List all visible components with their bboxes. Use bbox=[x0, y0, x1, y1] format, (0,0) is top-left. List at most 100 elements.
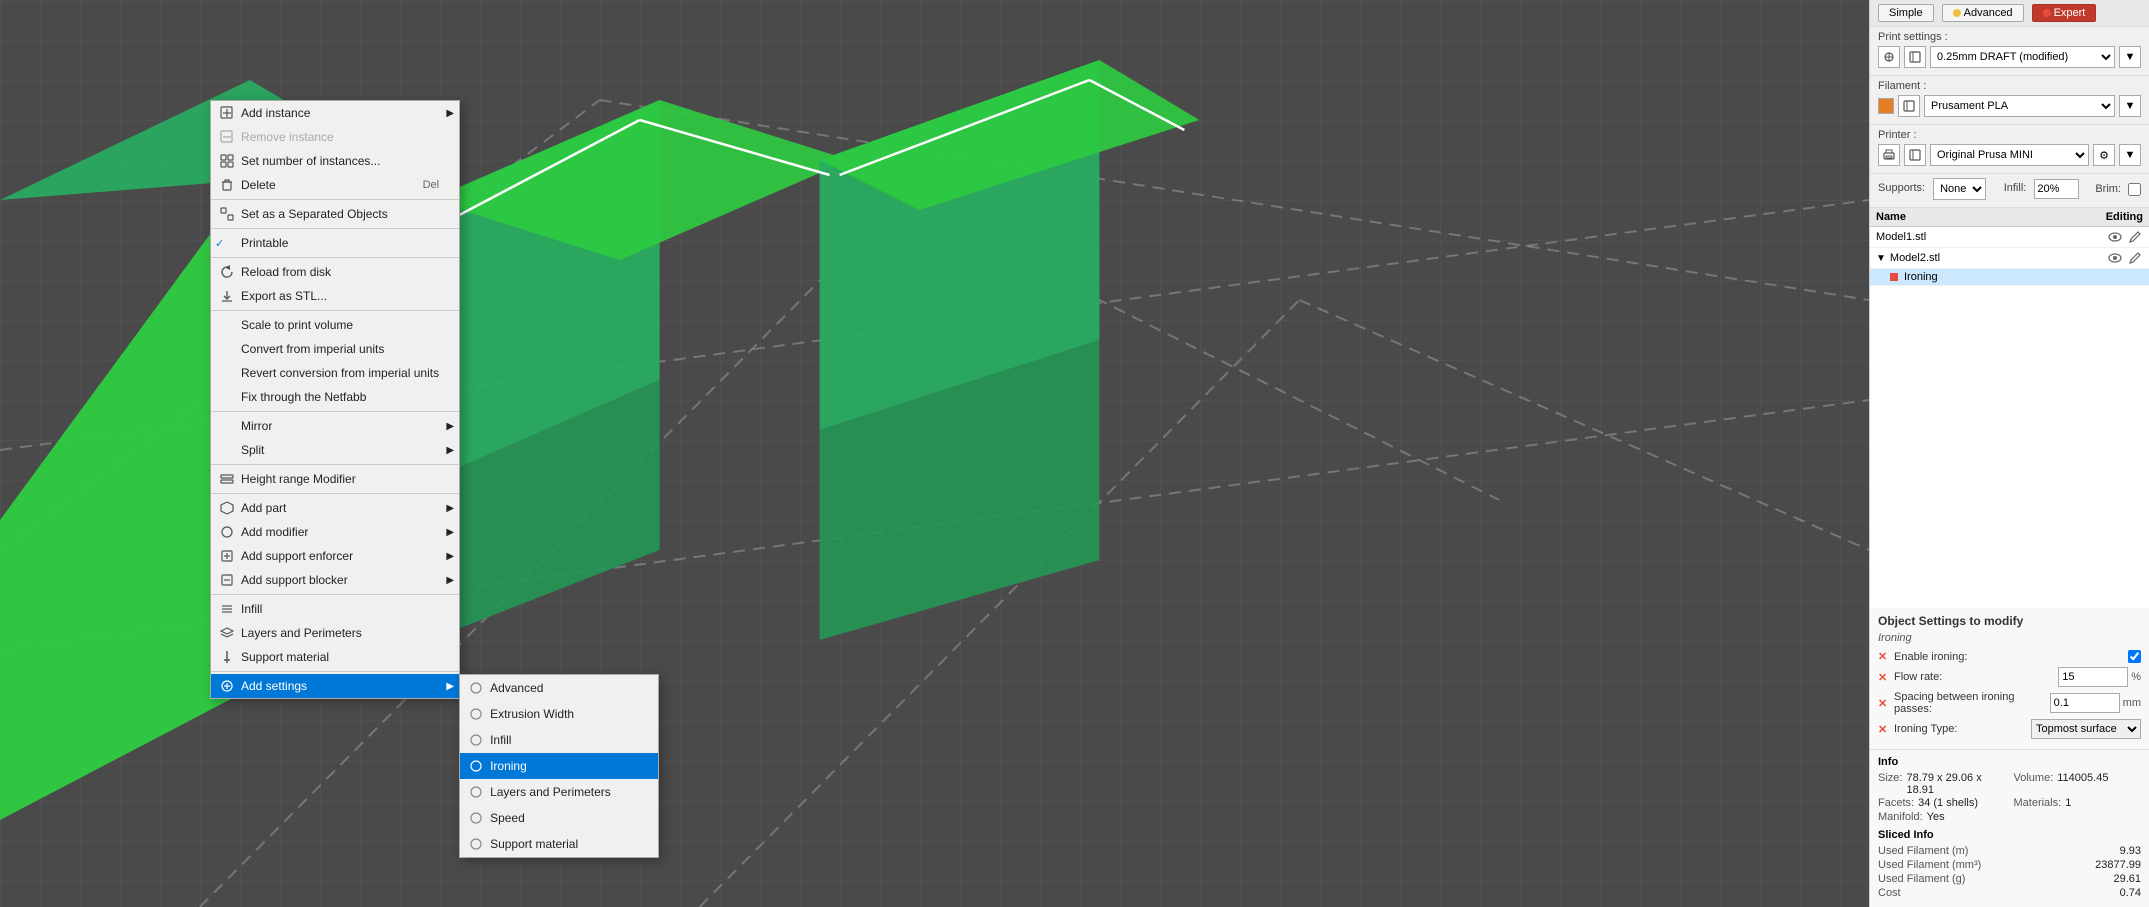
print-settings-label: Print settings : bbox=[1878, 31, 2141, 43]
menu-item-add-settings[interactable]: Add settings ▶ Advanced Extrusion Width bbox=[211, 674, 459, 698]
flow-rate-input[interactable] bbox=[2058, 667, 2128, 687]
printer-arrow[interactable]: ▼ bbox=[2119, 144, 2141, 166]
object-list: Model1.stl ▼ Model2.stl bbox=[1870, 227, 2149, 608]
model2-expand-icon[interactable]: ▼ bbox=[1876, 253, 1886, 264]
add-settings-label: Add settings bbox=[241, 679, 307, 693]
sep8 bbox=[211, 594, 459, 595]
object-row-model2[interactable]: ▼ Model2.stl bbox=[1870, 248, 2149, 269]
model2-edit-icon[interactable] bbox=[2127, 250, 2143, 266]
enable-ironing-x[interactable]: ✕ bbox=[1878, 650, 1890, 663]
menu-item-delete[interactable]: Delete Del bbox=[211, 173, 459, 197]
brim-checkbox[interactable] bbox=[2128, 183, 2141, 196]
model2-icons bbox=[2107, 250, 2143, 266]
object-list-header: Name Editing bbox=[1870, 208, 2149, 227]
printer-select[interactable]: Original Prusa MINI bbox=[1930, 144, 2089, 166]
menu-item-convert-imperial[interactable]: Convert from imperial units bbox=[211, 337, 459, 361]
menu-item-reload[interactable]: Reload from disk bbox=[211, 260, 459, 284]
menu-item-add-modifier[interactable]: Add modifier ▶ bbox=[211, 520, 459, 544]
menu-item-fix-netfabb[interactable]: Fix through the Netfabb bbox=[211, 385, 459, 409]
print-profile-arrow[interactable]: ▼ bbox=[2119, 46, 2141, 68]
info-materials-value: 1 bbox=[2065, 797, 2071, 809]
reload-label: Reload from disk bbox=[241, 265, 331, 279]
printer-settings-btn[interactable]: ⚙ bbox=[2093, 144, 2115, 166]
menu-item-add-instance[interactable]: Add instance ▶ bbox=[211, 101, 459, 125]
menu-item-layers-perimeters[interactable]: Layers and Perimeters bbox=[211, 621, 459, 645]
add-part-arrow: ▶ bbox=[446, 503, 454, 514]
submenu-layers-icon bbox=[468, 784, 484, 800]
enable-ironing-checkbox[interactable] bbox=[2128, 650, 2141, 663]
menu-item-remove-instance[interactable]: Remove instance bbox=[211, 125, 459, 149]
menu-item-set-number[interactable]: Set number of instances... bbox=[211, 149, 459, 173]
model2-eye-icon[interactable] bbox=[2107, 250, 2123, 266]
height-modifier-label: Height range Modifier bbox=[241, 472, 356, 486]
sliced-row-1: Used Filament (mm³) 23877.99 bbox=[1878, 859, 2141, 871]
print-profile-icon1[interactable] bbox=[1878, 46, 1900, 68]
flow-rate-x[interactable]: ✕ bbox=[1878, 671, 1890, 684]
split-label: Split bbox=[241, 443, 264, 457]
printer-icon2[interactable] bbox=[1904, 144, 1926, 166]
mode-simple-btn[interactable]: Simple bbox=[1878, 4, 1934, 22]
mirror-arrow: ▶ bbox=[446, 421, 454, 432]
menu-item-height-modifier[interactable]: Height range Modifier bbox=[211, 467, 459, 491]
menu-item-add-support-blocker[interactable]: Add support blocker ▶ bbox=[211, 568, 459, 592]
menu-item-split[interactable]: Split ▶ bbox=[211, 438, 459, 462]
menu-item-printable[interactable]: Printable bbox=[211, 231, 459, 255]
submenu-item-infill[interactable]: Infill bbox=[460, 727, 658, 753]
info-size-value: 78.79 x 29.06 x 18.91 bbox=[1906, 772, 2005, 796]
submenu-item-ironing[interactable]: Ironing bbox=[460, 753, 658, 779]
filament-select[interactable]: Prusament PLA bbox=[1924, 95, 2115, 117]
add-settings-icon bbox=[219, 678, 235, 694]
submenu-item-extrusion-width[interactable]: Extrusion Width bbox=[460, 701, 658, 727]
model1-edit-icon[interactable] bbox=[2127, 229, 2143, 245]
add-support-blocker-icon bbox=[219, 572, 235, 588]
info-section: Info Size: 78.79 x 29.06 x 18.91 Volume:… bbox=[1870, 750, 2149, 907]
menu-item-mirror[interactable]: Mirror ▶ bbox=[211, 414, 459, 438]
menu-item-add-part[interactable]: Add part ▶ bbox=[211, 496, 459, 520]
sliced-value-0: 9.93 bbox=[2120, 845, 2141, 857]
sep4 bbox=[211, 310, 459, 311]
info-facets-row: Facets: 34 (1 shells) bbox=[1878, 797, 2006, 809]
settings-title: Object Settings to modify bbox=[1878, 614, 2141, 628]
menu-item-support-material[interactable]: Support material bbox=[211, 645, 459, 669]
menu-item-set-separated[interactable]: Set as a Separated Objects bbox=[211, 202, 459, 226]
print-profile-row: 0.25mm DRAFT (modified) ▼ bbox=[1878, 46, 2141, 68]
settings-row-spacing: ✕ Spacing between ironing passes: mm bbox=[1878, 691, 2141, 715]
filament-row: Prusament PLA ▼ bbox=[1878, 95, 2141, 117]
menu-item-export[interactable]: Export as STL... bbox=[211, 284, 459, 308]
print-profile-select[interactable]: 0.25mm DRAFT (modified) bbox=[1930, 46, 2115, 68]
submenu-item-speed[interactable]: Speed bbox=[460, 805, 658, 831]
print-profile-icon2[interactable] bbox=[1904, 46, 1926, 68]
filament-icon[interactable] bbox=[1898, 95, 1920, 117]
menu-item-revert-imperial[interactable]: Revert conversion from imperial units bbox=[211, 361, 459, 385]
add-support-blocker-arrow: ▶ bbox=[446, 575, 454, 586]
filament-arrow[interactable]: ▼ bbox=[2119, 95, 2141, 117]
spacing-input[interactable] bbox=[2050, 693, 2120, 713]
submenu-infill-icon bbox=[468, 732, 484, 748]
info-manifold-row: Manifold: Yes bbox=[1878, 811, 2141, 823]
menu-item-scale-print[interactable]: Scale to print volume bbox=[211, 313, 459, 337]
mode-advanced-btn[interactable]: Advanced bbox=[1942, 4, 2024, 22]
model1-eye-icon[interactable] bbox=[2107, 229, 2123, 245]
sliced-row-3: Cost 0.74 bbox=[1878, 887, 2141, 899]
submenu-item-support-material[interactable]: Support material bbox=[460, 831, 658, 857]
mode-expert-btn[interactable]: Expert bbox=[2032, 4, 2097, 22]
menu-item-add-support-enforcer[interactable]: Add support enforcer ▶ bbox=[211, 544, 459, 568]
object-row-model1[interactable]: Model1.stl bbox=[1870, 227, 2149, 248]
printer-section: Printer : Original Prusa MINI ⚙ ▼ bbox=[1870, 125, 2149, 174]
submenu-speed-label: Speed bbox=[490, 811, 525, 825]
submenu-infill-label: Infill bbox=[490, 733, 511, 747]
spacing-x[interactable]: ✕ bbox=[1878, 697, 1890, 710]
menu-item-infill[interactable]: Infill bbox=[211, 597, 459, 621]
brim-label: Brim: bbox=[2095, 183, 2121, 195]
ironing-type-select[interactable]: Topmost surface bbox=[2031, 719, 2141, 739]
delete-label: Delete bbox=[241, 178, 276, 192]
object-subrow-ironing[interactable]: Ironing bbox=[1870, 269, 2149, 286]
ironing-type-x[interactable]: ✕ bbox=[1878, 723, 1890, 736]
supports-select[interactable]: None bbox=[1933, 178, 1986, 200]
submenu-item-layers-perimeters[interactable]: Layers and Perimeters bbox=[460, 779, 658, 805]
submenu-item-advanced[interactable]: Advanced bbox=[460, 675, 658, 701]
printer-icon1[interactable] bbox=[1878, 144, 1900, 166]
printer-label: Printer : bbox=[1878, 129, 2141, 141]
info-title: Info bbox=[1878, 756, 2141, 768]
infill-input[interactable] bbox=[2034, 179, 2079, 199]
